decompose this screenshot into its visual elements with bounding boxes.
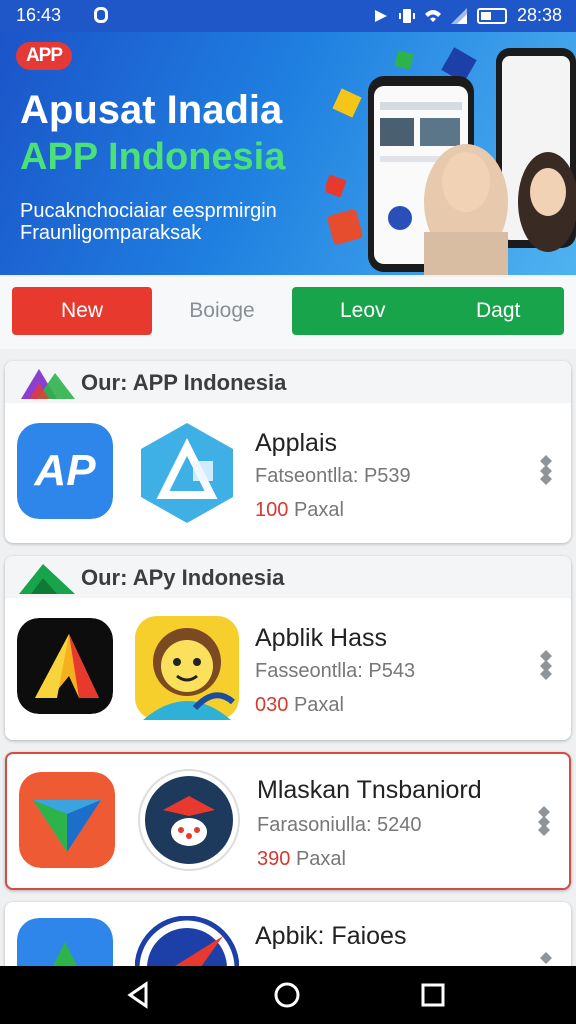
tab-new[interactable]: New <box>12 287 152 335</box>
app-card-partial[interactable]: Apbik: Faioes <box>5 902 571 966</box>
app-name: Apblik Hass <box>255 624 387 652</box>
app-row[interactable]: Mlaskan Tnsbaniord Farasoniulla: 5240 39… <box>7 754 569 888</box>
banner-subtitle: APP Indonesia <box>20 136 286 178</box>
battery-icon <box>476 7 507 24</box>
app-arrow-icon <box>17 618 113 714</box>
brand-logo: APP <box>16 42 72 70</box>
app-row[interactable]: AP Applais Fatseontlla: P539 100 Paxal <box>5 403 571 543</box>
app-subtitle: Fasseontlla: P543 <box>255 660 416 682</box>
section-title: Our: APy Indonesia <box>81 565 285 590</box>
svg-text:AP: AP <box>33 446 96 495</box>
signal-icon <box>450 7 467 24</box>
section-logo-icon <box>21 369 75 399</box>
banner-illustration <box>326 47 576 275</box>
app-mascot-icon <box>138 769 240 871</box>
notification-icon <box>94 7 108 23</box>
wifi-icon <box>424 9 441 22</box>
app-subtitle: Fatseontlla: P539 <box>255 465 411 487</box>
app-name: Apbik: Faioes <box>255 922 407 950</box>
app-name: Mlaskan Tnsbaniord <box>257 776 482 804</box>
banner-tagline: Pucaknchociaiar eesprmirgin Fraunligompa… <box>20 200 277 244</box>
section-title: Our: APP Indonesia <box>81 370 287 395</box>
tab-boioge[interactable]: Boioge <box>160 287 284 335</box>
section-header: Our: APy Indonesia <box>5 556 571 598</box>
status-clock: 28:38 <box>516 5 562 25</box>
app-section-1: Our: APP Indonesia AP Applais Fatseontll… <box>5 361 571 543</box>
recents-icon[interactable] <box>418 980 448 1010</box>
app-ap-icon: AP <box>17 423 113 519</box>
system-nav-bar <box>0 966 576 1024</box>
app-row[interactable]: Apblik Hass Fasseontlla: P543 030 Paxal <box>5 598 571 738</box>
tab-dagt[interactable]: Dagt <box>476 287 520 335</box>
app-triangle-icon <box>141 423 233 523</box>
app-subtitle: Farasoniulla: 5240 <box>257 814 422 836</box>
app-face-icon <box>135 616 239 720</box>
back-icon[interactable] <box>124 980 154 1010</box>
banner-title: Apusat Inadia <box>20 88 283 132</box>
app-diamond-icon <box>19 772 115 868</box>
more-options-icon[interactable] <box>539 455 553 485</box>
app-row[interactable]: Apbik: Faioes <box>5 902 571 966</box>
status-time: 16:43 <box>16 5 62 25</box>
app-price: 100 Paxal <box>255 499 344 521</box>
status-bar: 16:43 28:38 <box>0 0 576 32</box>
vibrate-icon <box>398 8 415 23</box>
cast-icon <box>374 9 387 22</box>
app-price: 030 Paxal <box>255 694 344 716</box>
app-card-highlighted[interactable]: Mlaskan Tnsbaniord Farasoniulla: 5240 39… <box>5 752 571 890</box>
section-logo-icon <box>19 564 75 594</box>
more-options-icon[interactable] <box>537 806 551 836</box>
more-options-icon[interactable] <box>539 952 553 966</box>
tab-group-green: Leov Dagt <box>292 287 564 335</box>
section-header: Our: APP Indonesia <box>5 361 571 403</box>
app-price: 390 Paxal <box>257 848 346 870</box>
app-compass-icon <box>135 916 239 966</box>
tab-leov[interactable]: Leov <box>340 287 386 335</box>
app-green-triangle-icon <box>17 918 113 966</box>
home-icon[interactable] <box>272 980 302 1010</box>
more-options-icon[interactable] <box>539 650 553 680</box>
app-section-2: Our: APy Indonesia Apblik Hass Fasseontl… <box>5 556 571 740</box>
app-name: Applais <box>255 429 337 457</box>
promo-banner[interactable]: APP Apusat Inadia APP Indonesia Pucaknch… <box>0 32 576 275</box>
filter-tabs: New Boioge Leov Dagt <box>0 277 576 349</box>
